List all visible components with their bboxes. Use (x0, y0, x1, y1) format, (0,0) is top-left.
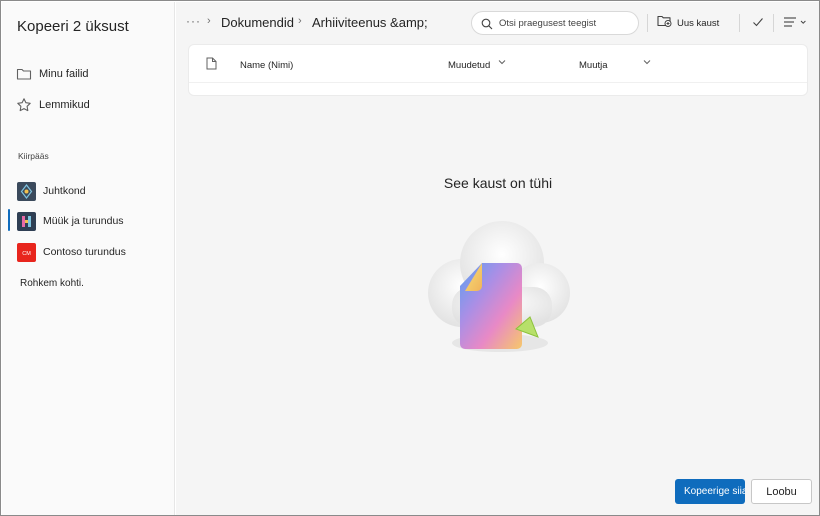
column-header-name[interactable]: Name (Nimi) (240, 60, 293, 71)
toolbar-divider (739, 14, 740, 32)
column-header-modified-by[interactable]: Muutja (579, 60, 608, 71)
svg-text:CM: CM (22, 251, 31, 257)
site-item-label: Contoso turundus (43, 246, 126, 258)
site-logo-icon (17, 182, 36, 201)
empty-folder-illustration (422, 215, 572, 375)
breadcrumb-item[interactable]: Dokumendid (221, 15, 294, 30)
main-panel: ··· › Dokumendid › Arhiiviteenus &amp; U… (176, 2, 819, 515)
nav-item-label: Minu failid (39, 68, 89, 80)
file-type-icon[interactable] (206, 57, 217, 75)
view-options-icon[interactable] (783, 15, 809, 33)
dialog-title: Kopeeri 2 üksust (17, 18, 129, 35)
search-input[interactable] (499, 17, 629, 29)
nav-item-my-files[interactable]: Minu failid (2, 60, 175, 88)
search-box (471, 11, 639, 35)
site-logo-icon: CM (17, 243, 36, 262)
breadcrumb-item-current[interactable]: Arhiiviteenus &amp; (312, 15, 428, 30)
toolbar-divider (647, 14, 648, 32)
sidebar: Kopeeri 2 üksust Minu failid Lemmikud Ki… (2, 2, 175, 515)
star-icon (16, 97, 32, 113)
new-folder-icon (657, 14, 672, 33)
chevron-down-icon[interactable] (498, 58, 506, 68)
chevron-right-icon: › (207, 15, 211, 27)
cancel-button[interactable]: Loobu (751, 479, 812, 504)
site-item-label: Müük ja turundus (43, 215, 124, 227)
site-item-contoso-turundus[interactable]: CM Contoso turundus (2, 239, 175, 265)
chevron-right-icon: › (298, 15, 302, 27)
more-places-link[interactable]: Rohkem kohti. (20, 278, 84, 289)
column-header-modified[interactable]: Muudetud (448, 60, 490, 71)
nav-item-favorites[interactable]: Lemmikud (2, 91, 175, 119)
checkmark-icon[interactable] (752, 15, 764, 33)
copy-dialog: Kopeeri 2 üksust Minu failid Lemmikud Ki… (0, 0, 820, 516)
chevron-down-icon[interactable] (643, 58, 651, 68)
site-item-muuk-ja-turundus[interactable]: Müük ja turundus (2, 208, 175, 234)
site-item-label: Juhtkond (43, 185, 86, 197)
folder-icon (16, 66, 32, 82)
search-icon (481, 17, 493, 30)
site-logo-icon (17, 212, 36, 231)
new-folder-label: Uus kaust (677, 17, 720, 29)
site-item-juhtkond[interactable]: Juhtkond (2, 178, 175, 204)
quick-access-heading: Kiirpääs (18, 151, 49, 161)
toolbar-divider (773, 14, 774, 32)
file-list: Name (Nimi) Muudetud Muutja (188, 44, 808, 96)
nav-item-label: Lemmikud (39, 99, 90, 111)
copy-here-button[interactable]: Kopeerige siia (675, 479, 745, 504)
toolbar: ··· › Dokumendid › Arhiiviteenus &amp; U… (176, 2, 819, 42)
empty-state-title: See kaust on tühi (443, 175, 553, 191)
breadcrumb-overflow-button[interactable]: ··· (186, 14, 201, 28)
new-folder-button[interactable]: Uus kaust (657, 14, 719, 32)
list-header-row: Name (Nimi) Muudetud Muutja (189, 45, 807, 83)
